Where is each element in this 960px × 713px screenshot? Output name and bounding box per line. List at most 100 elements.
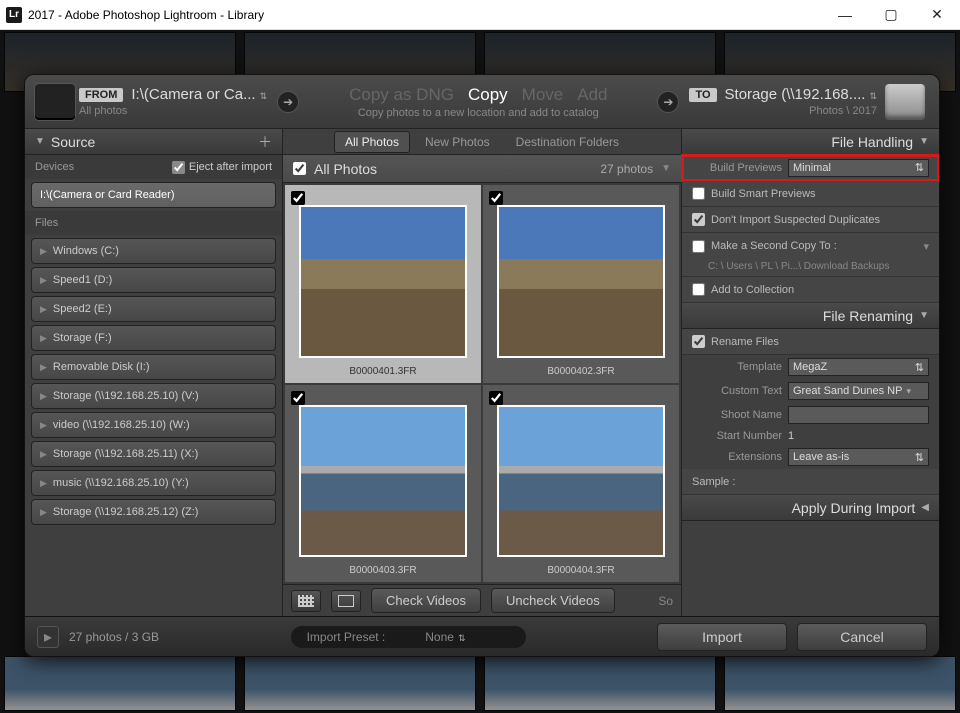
tab-all-photos[interactable]: All Photos (334, 131, 410, 153)
to-subtitle: Photos \ 2017 (809, 105, 877, 117)
drive-item[interactable]: ▶Storage (F:) (31, 325, 276, 351)
from-section[interactable]: FROM I:\(Camera or Ca... All photos (79, 86, 267, 117)
shoot-name-field[interactable] (788, 406, 929, 424)
thumbnail-cell[interactable]: B0000401.3FR (285, 185, 481, 383)
app-body: FROM I:\(Camera or Ca... All photos ➔ Co… (0, 30, 960, 713)
thumb-image (497, 405, 665, 558)
sort-label[interactable]: So (658, 594, 673, 608)
select-all-checkbox[interactable] (293, 162, 306, 175)
thumb-checkbox[interactable] (489, 191, 503, 205)
add-collection-row[interactable]: Add to Collection (682, 277, 939, 303)
maximize-button[interactable]: ▢ (868, 0, 914, 30)
drive-label: Storage (\\192.168.25.11) (X:) (53, 448, 198, 460)
from-path[interactable]: I:\(Camera or Ca... (131, 86, 267, 103)
drive-item[interactable]: ▶Speed1 (D:) (31, 267, 276, 293)
drive-item[interactable]: ▶Removable Disk (I:) (31, 354, 276, 380)
no-duplicates-checkbox[interactable] (692, 213, 705, 226)
smart-previews-checkbox[interactable] (692, 187, 705, 200)
triangle-right-icon: ▶ (40, 507, 47, 518)
thumb-filename: B0000401.3FR (291, 362, 475, 377)
smart-previews-label: Build Smart Previews (711, 188, 816, 200)
shoot-name-label: Shoot Name (692, 409, 782, 421)
window-titlebar: Lr 2017 - Adobe Photoshop Lightroom - Li… (0, 0, 960, 30)
import-preset-bar[interactable]: Import Preset : None (291, 626, 526, 648)
thumb-image (299, 205, 467, 358)
thumb-checkbox[interactable] (291, 391, 305, 405)
minimize-button[interactable]: — (822, 0, 868, 30)
single-view-button[interactable] (331, 590, 361, 612)
extensions-label: Extensions (692, 451, 782, 463)
action-add[interactable]: Add (577, 85, 607, 105)
drive-item[interactable]: ▶Storage (\\192.168.25.10) (V:) (31, 383, 276, 409)
shoot-name-row: Shoot Name (682, 403, 939, 427)
device-item[interactable]: I:\(Camera or Card Reader) (31, 182, 276, 208)
triangle-right-icon: ▶ (40, 246, 47, 257)
arrow-right-icon[interactable]: ➔ (277, 91, 299, 113)
triangle-down-icon[interactable]: ▼ (661, 163, 671, 174)
drive-item[interactable]: ▶ Windows (C:) (31, 238, 276, 264)
thumb-checkbox[interactable] (291, 191, 305, 205)
action-copy[interactable]: Copy (468, 85, 508, 105)
tab-new-photos[interactable]: New Photos (414, 131, 501, 153)
thumbnail-cell[interactable]: B0000402.3FR (483, 185, 679, 383)
thumb-image (497, 205, 665, 358)
file-renaming-header[interactable]: File Renaming ▼ (682, 303, 939, 329)
file-handling-header[interactable]: File Handling ▼ (682, 129, 939, 155)
action-copy-dng[interactable]: Copy as DNG (349, 85, 454, 105)
build-previews-select[interactable]: Minimal⇅ (788, 159, 929, 177)
second-copy-row[interactable]: Make a Second Copy To : ▾ (682, 233, 939, 259)
add-collection-checkbox[interactable] (692, 283, 705, 296)
triangle-right-icon: ▶ (40, 333, 47, 344)
action-move[interactable]: Move (522, 85, 564, 105)
drive-label: Speed2 (E:) (53, 303, 112, 315)
cancel-button[interactable]: Cancel (797, 623, 927, 651)
arrow-right-icon[interactable]: ➔ (657, 91, 679, 113)
apply-during-import-title: Apply During Import (792, 500, 916, 516)
right-panel: File Handling ▼ Build Previews Minimal⇅ … (681, 129, 939, 616)
second-copy-checkbox[interactable] (692, 240, 705, 253)
apply-during-import-header[interactable]: Apply During Import ◀ (682, 495, 939, 521)
drive-item[interactable]: ▶music (\\192.168.25.10) (Y:) (31, 470, 276, 496)
no-duplicates-row[interactable]: Don't Import Suspected Duplicates (682, 207, 939, 233)
add-source-icon[interactable]: ＋ (258, 132, 272, 152)
rename-files-checkbox[interactable] (692, 335, 705, 348)
device-label: I:\(Camera or Card Reader) (40, 189, 175, 201)
triangle-right-icon: ▶ (40, 275, 47, 286)
eject-checkbox[interactable]: Eject after import (172, 161, 272, 174)
drive-item[interactable]: ▶Speed2 (E:) (31, 296, 276, 322)
from-subtitle: All photos (79, 105, 267, 117)
drive-item[interactable]: ▶video (\\192.168.25.10) (W:) (31, 412, 276, 438)
to-path[interactable]: Storage (\\192.168.... (725, 86, 877, 103)
thumb-image (299, 405, 467, 558)
custom-text-field[interactable]: Great Sand Dunes NP (788, 382, 929, 400)
import-button[interactable]: Import (657, 623, 787, 651)
center-footer: Check Videos Uncheck Videos So (283, 584, 681, 616)
background-thumbs (0, 656, 960, 711)
smart-previews-row[interactable]: Build Smart Previews (682, 181, 939, 207)
play-button[interactable]: ▸ (37, 626, 59, 648)
drive-item[interactable]: ▶Storage (\\192.168.25.11) (X:) (31, 441, 276, 467)
status-text: 27 photos / 3 GB (69, 630, 159, 644)
second-copy-label: Make a Second Copy To : (711, 240, 837, 252)
check-videos-button[interactable]: Check Videos (371, 588, 481, 613)
tab-destination-folders[interactable]: Destination Folders (505, 131, 630, 153)
drive-item[interactable]: ▶Storage (\\192.168.25.12) (Z:) (31, 499, 276, 525)
close-button[interactable]: ✕ (914, 0, 960, 30)
rename-files-row[interactable]: Rename Files (682, 329, 939, 355)
destination-disk-icon (885, 84, 925, 120)
thumbnail-cell[interactable]: B0000404.3FR (483, 385, 679, 583)
grid-view-button[interactable] (291, 590, 321, 612)
thumb-checkbox[interactable] (489, 391, 503, 405)
extensions-select[interactable]: Leave as-is⇅ (788, 448, 929, 466)
drive-label: Windows (C:) (53, 245, 119, 257)
photo-count: 27 photos (600, 162, 653, 176)
uncheck-videos-button[interactable]: Uncheck Videos (491, 588, 615, 613)
drive-label: Storage (\\192.168.25.10) (V:) (53, 390, 199, 402)
eject-checkbox-input[interactable] (172, 161, 185, 174)
thumbnail-cell[interactable]: B0000403.3FR (285, 385, 481, 583)
to-section[interactable]: TO Storage (\\192.168.... Photos \ 2017 (689, 86, 877, 117)
dialog-footer: ▸ 27 photos / 3 GB Import Preset : None … (25, 616, 939, 656)
source-header[interactable]: ▼ Source ＋ (25, 129, 282, 155)
file-handling-title: File Handling (831, 134, 913, 150)
template-select[interactable]: MegaZ⇅ (788, 358, 929, 376)
